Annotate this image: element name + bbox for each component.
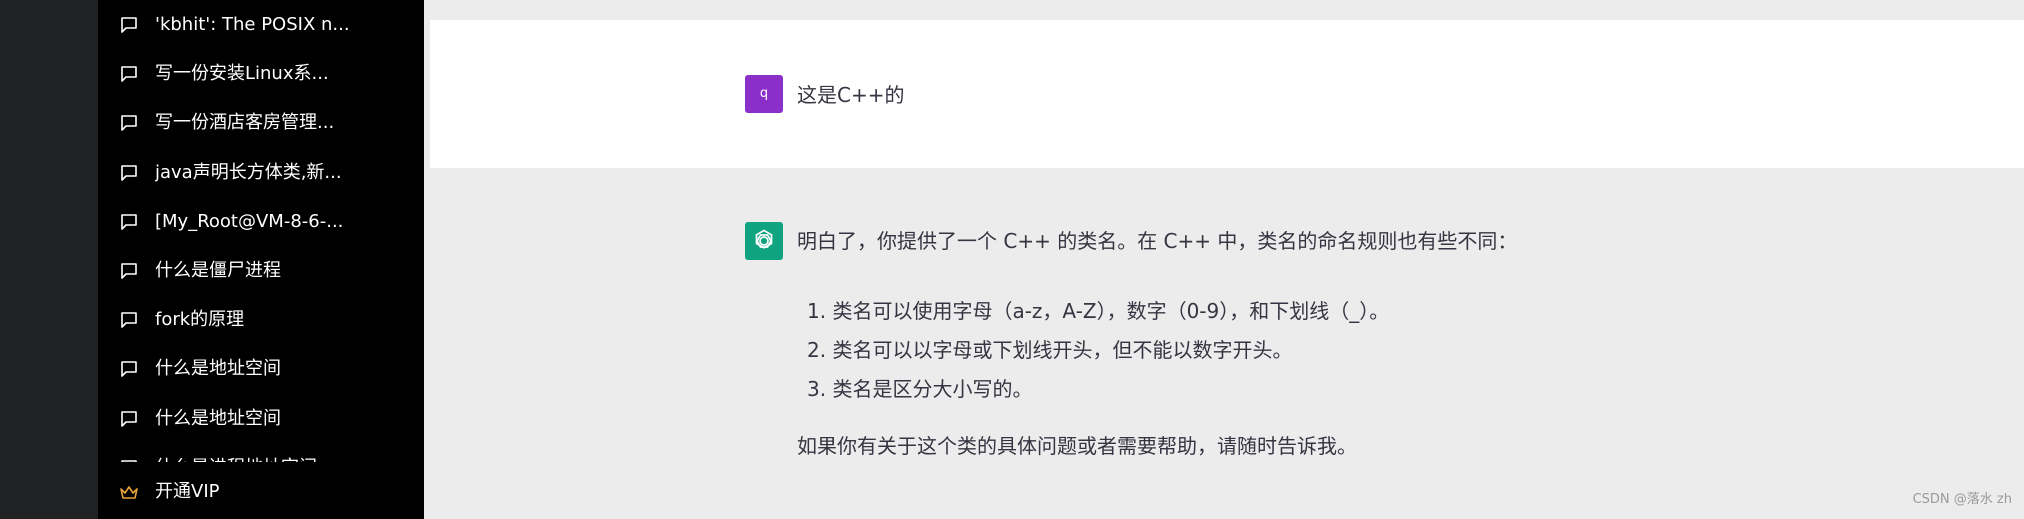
message-square-icon [121, 263, 137, 279]
message-square-icon [121, 66, 137, 82]
conversation-item[interactable]: fork的原理 [98, 295, 424, 344]
conversation-label: 写一份酒店客房管理... [155, 112, 335, 134]
conversation-item[interactable]: 写一份酒店客房管理... [98, 98, 424, 147]
conversation-item[interactable]: 什么是进程地址空间 [98, 443, 424, 462]
conversation-list[interactable]: 'kbhit': The POSIX n... 写一份安装Linux系... 写一份… [98, 0, 424, 462]
vip-label: 开通VIP [155, 481, 220, 502]
list-item: 2. 类名可以以字母或下划线开头，但不能以数字开头。 [807, 338, 1293, 362]
conversation-label: fork的原理 [155, 309, 245, 331]
vip-button[interactable]: 开通VIP [98, 468, 424, 518]
conversation-item[interactable]: 'kbhit': The POSIX n... [98, 0, 424, 49]
left-edge-strip [0, 0, 98, 519]
conversation-item[interactable]: 写一份安装Linux系... [98, 49, 424, 98]
message-square-icon [121, 164, 137, 181]
assistant-message: 明白了，你提供了一个 C++ 的类名。在 C++ 中，类名的命名规则也有些不同：… [430, 168, 2024, 519]
conversation-label: 写一份安装Linux系... [155, 63, 329, 85]
app-root: 'kbhit': The POSIX n... 写一份安装Linux系... 写一份… [0, 0, 2024, 519]
crown-icon [120, 486, 138, 499]
message-square-icon [121, 459, 137, 462]
conversation-label: 什么是地址空间 [155, 407, 281, 429]
list-item: 1. 类名可以使用字母（a-z，A-Z），数字（0-9），和下划线（_）。 [807, 299, 1390, 323]
conversation-item[interactable]: 什么是僵尸进程 [98, 246, 424, 295]
assistant-intro-text: 明白了，你提供了一个 C++ 的类名。在 C++ 中，类名的命名规则也有些不同： [797, 229, 1518, 253]
conversation-item[interactable]: 什么是地址空间 [98, 344, 424, 393]
conversation-label: [My_Root@VM-8-6-... [155, 210, 344, 232]
assistant-outro-text: 如果你有关于这个类的具体问题或者需要帮助，请随时告诉我。 [797, 434, 1357, 458]
conversation-label: 什么是进程地址空间 [155, 457, 317, 462]
assistant-rule-list: 1. 类名可以使用字母（a-z，A-Z），数字（0-9），和下划线（_）。 2.… [797, 292, 1389, 409]
message-square-icon [121, 213, 137, 230]
watermark: CSDN @落水 zh [1912, 492, 2012, 507]
user-message-text: 这是C++的 [797, 83, 905, 107]
message-square-icon [121, 17, 137, 33]
message-square-icon [121, 115, 137, 132]
user-avatar: q [745, 75, 783, 113]
list-item: 3. 类名是区分大小写的。 [807, 377, 1033, 401]
assistant-avatar [745, 222, 783, 260]
conversation-item[interactable]: 什么是地址空间 [98, 394, 424, 443]
message-square-icon [121, 410, 137, 427]
chat-main: q 这是C++的 明白了，你提供了一个 C++ 的类名。在 C++ 中，类名的命… [430, 0, 2024, 519]
conversation-label: java声明长方体类,新... [155, 161, 342, 183]
conversation-label: 'kbhit': The POSIX n... [155, 14, 350, 35]
message-square-icon [121, 312, 137, 328]
message-square-icon [121, 361, 137, 378]
user-message: q 这是C++的 [430, 20, 2024, 168]
conversation-label: 什么是地址空间 [155, 358, 281, 380]
conversation-item[interactable]: [My_Root@VM-8-6-... [98, 197, 424, 246]
conversation-item[interactable]: java声明长方体类,新... [98, 148, 424, 197]
openai-logo-icon [755, 229, 773, 249]
conversation-label: 什么是僵尸进程 [155, 260, 281, 281]
sidebar: 'kbhit': The POSIX n... 写一份安装Linux系... 写一份… [98, 0, 424, 519]
